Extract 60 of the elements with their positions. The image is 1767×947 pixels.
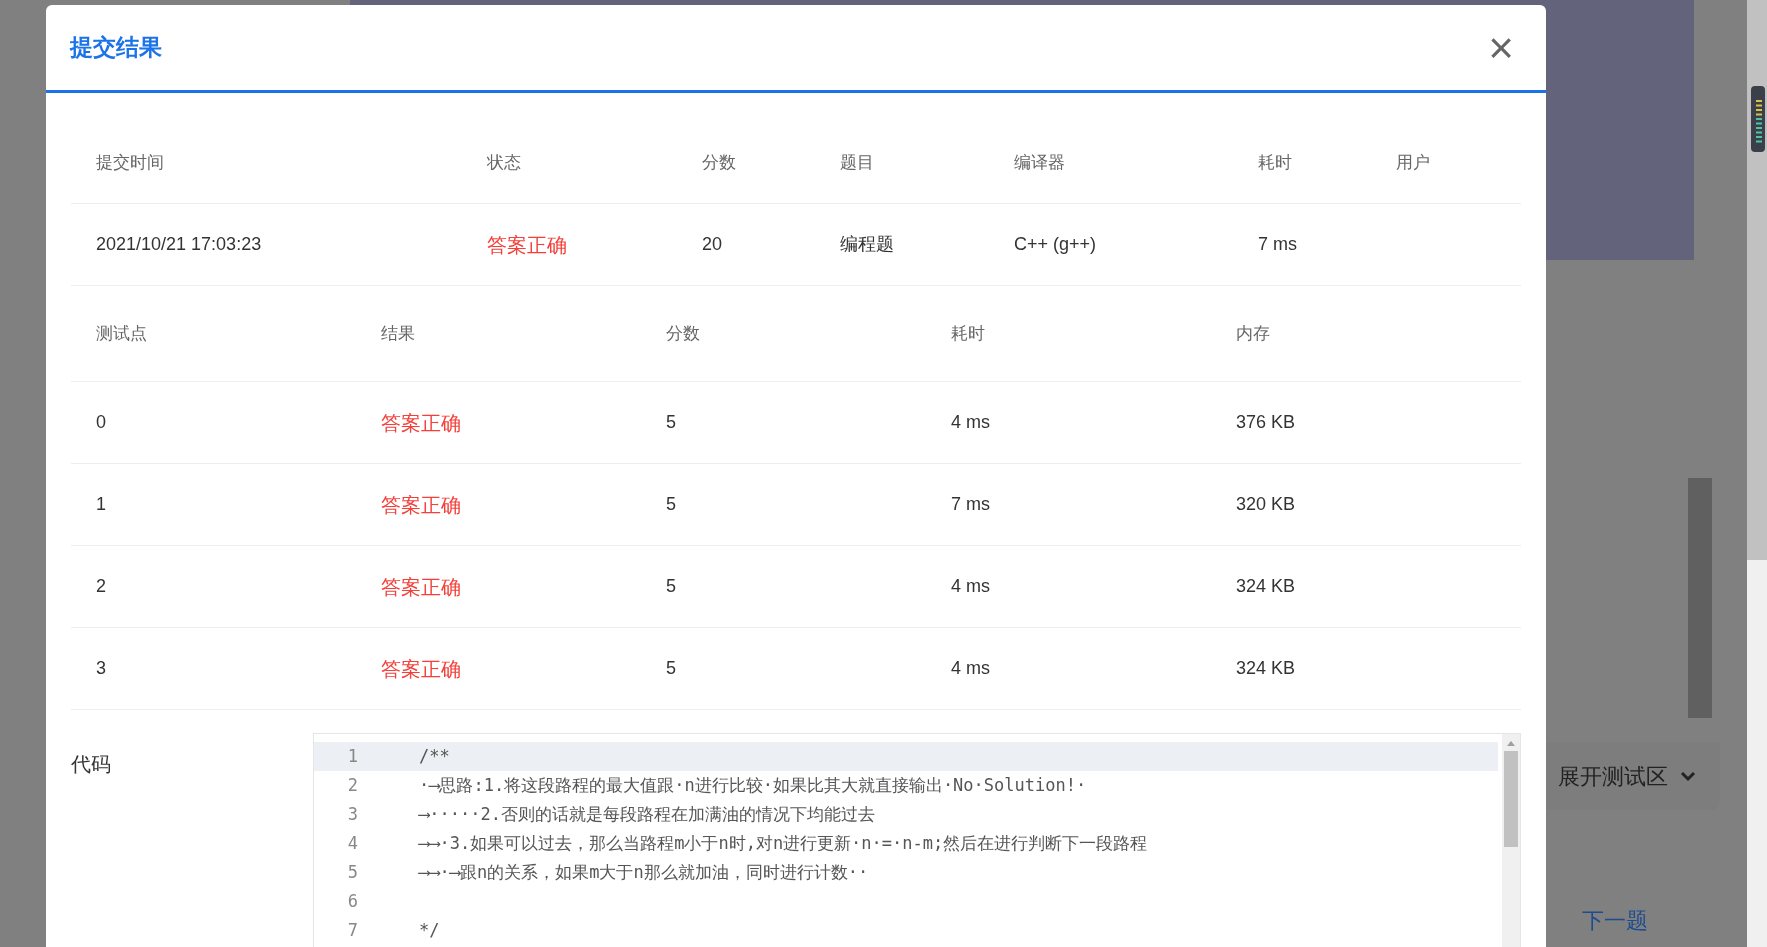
table-cell: 答案正确 xyxy=(381,575,461,598)
code-label: 代码 xyxy=(71,753,111,775)
table-cell: 320 KB xyxy=(1236,494,1296,514)
table-cell: 答案正确 xyxy=(487,233,567,256)
table-cell: 答案正确 xyxy=(381,411,461,434)
line-number: 4 xyxy=(347,832,358,853)
code-line: ⟶⟶·3.如果可以过去，那么当路程m小于n时,对n进行更新·n·=·n-m;然后在进行判断下一段路程 xyxy=(419,831,1148,855)
code-line: */ xyxy=(419,918,440,942)
table-cell: 324 KB xyxy=(1236,576,1296,596)
table-cell: 7 ms xyxy=(1258,234,1297,254)
column-header: 提交时间 xyxy=(96,153,164,173)
code-line: ·⟶思路:1.将这段路程的最大值跟·n进行比较·如果比其大就直接输出·No·Solution!· xyxy=(419,773,1087,797)
column-header: 测试点 xyxy=(96,323,147,343)
table-cell: 编程题 xyxy=(840,234,894,254)
table-cell: 4 ms xyxy=(951,412,990,432)
column-header: 内存 xyxy=(1236,323,1270,343)
chevron-down-icon xyxy=(1680,770,1696,782)
line-number: 7 xyxy=(347,919,358,940)
line-number: 2 xyxy=(347,774,358,795)
code-editor[interactable]: 1 /** 2 ·⟶思路:1.将这段路程的最大值跟·n进行比较·如果比其大就直接输出·No·Solution!· 3 ⟶·····2.否则的话就是每段路程在加满油的情况下均能过去 4 ⟶⟶·3.如果可以过去，那么当路程m小于n时,对n进行更新·n·=·n-m;然后在进行判断下一段路程 5 ⟶⟶·⟶跟n的关系，如果m大于n那么就加油，同时进行计数·· 6 7 */ xyxy=(313,733,1521,947)
column-header: 编译器 xyxy=(1014,153,1065,173)
table-cell: 3 xyxy=(96,658,106,678)
table-cell: 答案正确 xyxy=(381,493,461,516)
table-cell: 7 ms xyxy=(951,494,990,514)
scrollbar-thumb[interactable] xyxy=(1688,478,1712,718)
code-line: /** xyxy=(419,744,450,768)
dialog-title: 提交结果 xyxy=(70,33,162,63)
table-cell: 2021/10/21 17:03:23 xyxy=(96,234,262,254)
column-header: 耗时 xyxy=(951,323,985,343)
code-line: ⟶·····2.否则的话就是每段路程在加满油的情况下均能过去 xyxy=(419,802,875,826)
table-cell: C++ (g++) xyxy=(1014,234,1097,254)
table-cell: 5 xyxy=(666,412,676,432)
column-header: 用户 xyxy=(1396,153,1430,173)
table-cell: 0 xyxy=(96,412,106,432)
table-cell: 20 xyxy=(702,234,723,254)
scroll-up-icon xyxy=(1506,739,1516,747)
column-header: 结果 xyxy=(381,323,415,343)
editor-scrollbar[interactable] xyxy=(1502,734,1520,947)
table-cell: 5 xyxy=(666,576,676,596)
column-header: 状态 xyxy=(487,153,521,173)
table-cell: 答案正确 xyxy=(381,657,461,680)
line-number: 6 xyxy=(347,890,358,911)
table-cell: 1 xyxy=(96,494,106,514)
line-number: 1 xyxy=(347,745,358,766)
close-button[interactable]: × xyxy=(1488,25,1522,70)
table-cell: 4 ms xyxy=(951,576,990,596)
table-cell: 5 xyxy=(666,658,676,678)
line-number: 3 xyxy=(347,803,358,824)
table-cell: 2 xyxy=(96,576,106,596)
table-cell: 324 KB xyxy=(1236,658,1296,678)
column-header: 题目 xyxy=(840,153,874,173)
column-header: 耗时 xyxy=(1258,153,1292,173)
table-cell: 5 xyxy=(666,494,676,514)
column-header: 分数 xyxy=(666,323,700,343)
meter-widget-icon xyxy=(1751,86,1765,152)
column-header: 分数 xyxy=(702,153,736,173)
table-cell: 376 KB xyxy=(1236,412,1296,432)
table-cell: 4 ms xyxy=(951,658,990,678)
code-line: ⟶⟶·⟶跟n的关系，如果m大于n那么就加油，同时进行计数·· xyxy=(419,860,869,884)
line-number: 5 xyxy=(347,861,358,882)
